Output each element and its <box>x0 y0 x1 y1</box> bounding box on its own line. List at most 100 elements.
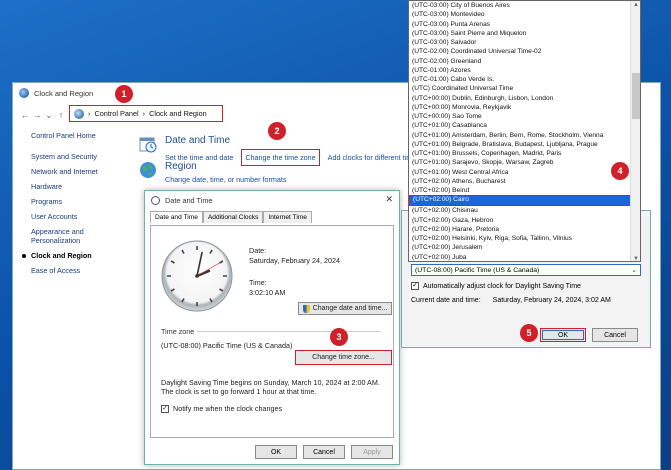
time-label: Time: <box>249 278 267 287</box>
time-zone-option[interactable]: (UTC-03:00) Montevideo <box>409 10 640 19</box>
time-zone-option[interactable]: (UTC+00:00) Monrovia, Reykjavik <box>409 103 640 112</box>
analog-clock <box>161 240 233 312</box>
time-zone-option[interactable]: (UTC+00:00) Dublin, Edinburgh, Lisbon, L… <box>409 94 640 103</box>
tab-additional-clocks[interactable]: Additional Clocks <box>202 211 264 223</box>
dialog-titlebar: Date and Time <box>145 191 399 209</box>
time-zone-option[interactable]: (UTC+02:00) Juba <box>409 253 640 262</box>
time-zone-option[interactable]: (UTC-03:00) City of Buenos Aires <box>409 1 640 10</box>
control-panel-icon <box>74 108 84 119</box>
sidebar-item-network[interactable]: Network and Internet <box>31 167 131 176</box>
change-date-time-button[interactable]: Change date and time... <box>298 302 392 315</box>
tab-date-time[interactable]: Date and Time <box>150 211 203 223</box>
add-clocks-link[interactable]: Add clocks for different time <box>328 153 417 162</box>
ok-button[interactable]: OK <box>255 445 297 459</box>
step-badge-5: 5 <box>520 324 538 342</box>
auto-dst-label: Automatically adjust clock for Daylight … <box>423 282 581 290</box>
time-zone-select[interactable]: (UTC-08:00) Pacific Time (US & Canada) ⌄ <box>411 264 641 276</box>
time-zone-option[interactable]: (UTC+00:00) Sao Tome <box>409 112 640 121</box>
tab-internet-time[interactable]: Internet Time <box>263 211 312 223</box>
current-timezone: (UTC-08:00) Pacific Time (US & Canada) <box>161 341 293 350</box>
step-badge-3: 3 <box>330 328 348 346</box>
notify-option[interactable]: ✓ Notify me when the clock changes <box>161 404 282 414</box>
time-zone-option-selected[interactable]: (UTC+02:00) Cairo <box>409 195 640 207</box>
time-zone-option[interactable]: (UTC+02:00) Athens, Bucharest <box>409 177 640 186</box>
sidebar-item-hardware[interactable]: Hardware <box>31 182 131 191</box>
time-zone-option[interactable]: (UTC+02:00) Chisinau <box>409 206 640 215</box>
time-zone-option[interactable]: (UTC+02:00) Beirut <box>409 186 640 195</box>
time-zone-option[interactable]: (UTC-01:00) Azores <box>409 66 640 75</box>
time-zone-option[interactable]: (UTC) Coordinated Universal Time <box>409 84 640 93</box>
sidebar-item-ease-of-access[interactable]: Ease of Access <box>31 266 131 275</box>
sidebar-item-appearance[interactable]: Appearance and Personalization <box>31 227 131 245</box>
sidebar-item-programs[interactable]: Programs <box>31 197 131 206</box>
checkbox-checked-icon[interactable]: ✓ <box>411 282 419 290</box>
date-time-icon <box>139 137 157 153</box>
time-zone-option[interactable]: (UTC-03:00) Punta Arenas <box>409 20 640 29</box>
scrollbar[interactable]: ▲ ▼ <box>630 1 640 261</box>
sidebar-item-user-accounts[interactable]: User Accounts <box>31 212 131 221</box>
sidebar-item-system-security[interactable]: System and Security <box>31 152 131 161</box>
clock-icon <box>151 195 160 205</box>
time-zone-option[interactable]: (UTC+02:00) Harare, Pretoria <box>409 225 640 234</box>
up-arrow-icon[interactable]: ↑ <box>55 110 67 120</box>
close-icon[interactable]: ✕ <box>385 194 393 205</box>
time-zone-option[interactable]: (UTC+01:00) Sarajevo, Skopje, Warsaw, Za… <box>409 158 640 167</box>
time-zone-option[interactable]: (UTC-02:00) Greenland <box>409 57 640 66</box>
window-title: Clock and Region <box>34 88 94 98</box>
region-heading[interactable]: Region <box>165 161 286 172</box>
change-time-zone-button[interactable]: Change time zone... <box>295 350 392 365</box>
auto-dst-option[interactable]: ✓ Automatically adjust clock for Daylight… <box>411 282 581 290</box>
forward-arrow-icon[interactable]: → <box>31 110 43 120</box>
change-time-zone-label: Change time zone... <box>312 354 375 361</box>
breadcrumb[interactable]: › Control Panel › Clock and Region <box>69 105 223 122</box>
shield-icon <box>302 304 310 313</box>
date-time-heading[interactable]: Date and Time <box>165 135 416 146</box>
date-time-dialog: Date and Time ✕ Date and Time Additional… <box>144 190 400 465</box>
time-zone-option[interactable]: (UTC+02:00) Helsinki, Kyiv, Riga, Sofia,… <box>409 234 640 243</box>
sidebar: Control Panel Home System and Security N… <box>22 131 131 281</box>
sidebar-item-home[interactable]: Control Panel Home <box>31 131 131 140</box>
current-date-time-label: Current date and time: <box>411 297 481 304</box>
time-zone-option[interactable]: (UTC+01:00) Brussels, Copenhagen, Madrid… <box>409 149 640 158</box>
tz-cancel-button[interactable]: Cancel <box>592 328 638 342</box>
time-zone-option[interactable]: (UTC+01:00) West Central Africa <box>409 168 640 177</box>
time-zone-option[interactable]: (UTC+01:00) Belgrade, Bratislava, Budape… <box>409 140 640 149</box>
time-zone-option[interactable]: (UTC-02:00) Coordinated Universal Time-0… <box>409 47 640 56</box>
time-zone-option[interactable]: (UTC-03:00) Saint Pierre and Miquelon <box>409 29 640 38</box>
step-badge-2: 2 <box>268 122 286 140</box>
time-zone-section: Time zone <box>161 327 381 336</box>
tz-dialog-buttons: OK Cancel <box>540 328 638 342</box>
clock-region-icon <box>19 88 29 98</box>
scrollbar-thumb[interactable] <box>632 73 640 119</box>
category-region: Region Change date, time, or number form… <box>139 161 286 184</box>
time-zone-option[interactable]: (UTC+02:00) Jerusalem <box>409 243 640 252</box>
time-zone-selected-value: (UTC-08:00) Pacific Time (US & Canada) <box>415 266 540 274</box>
change-formats-link[interactable]: Change date, time, or number formats <box>165 175 286 184</box>
time-zone-option[interactable]: (UTC+01:00) Amsterdam, Berlin, Bern, Rom… <box>409 131 640 140</box>
change-date-time-label: Change date and time... <box>312 305 388 312</box>
time-zone-option[interactable]: (UTC-03:00) Salvador <box>409 38 640 47</box>
tz-ok-button[interactable]: OK <box>540 328 586 342</box>
cancel-button[interactable]: Cancel <box>303 445 345 459</box>
checkbox-checked-icon[interactable]: ✓ <box>161 405 169 414</box>
breadcrumb-separator-icon: › <box>142 109 146 118</box>
time-zone-dropdown-list[interactable]: (UTC-03:00) City of Buenos Aires (UTC-03:… <box>408 0 641 262</box>
chevron-down-icon[interactable]: ⌄ <box>631 266 637 274</box>
step-badge-4: 4 <box>611 162 629 180</box>
time-zone-option[interactable]: (UTC-01:00) Cabo Verde Is. <box>409 75 640 84</box>
time-zone-section-label: Time zone <box>161 327 195 336</box>
apply-button[interactable]: Apply <box>351 445 393 459</box>
breadcrumb-clock-region[interactable]: Clock and Region <box>149 109 207 118</box>
time-zone-options: (UTC-03:00) City of Buenos Aires (UTC-03:… <box>409 1 640 262</box>
breadcrumb-control-panel[interactable]: Control Panel <box>94 109 138 118</box>
sidebar-item-clock-region[interactable]: Clock and Region <box>22 251 131 260</box>
step-badge-1: 1 <box>115 85 133 103</box>
time-zone-option[interactable]: (UTC+02:00) Gaza, Hebron <box>409 216 640 225</box>
recent-chevron-down-icon[interactable]: ⌄ <box>43 110 55 121</box>
back-arrow-icon[interactable]: ← <box>19 110 31 120</box>
time-value: 3:02:10 AM <box>249 288 286 297</box>
scroll-up-icon[interactable]: ▲ <box>631 2 640 8</box>
dst-info: Daylight Saving Time begins on Sunday, M… <box>161 378 380 396</box>
time-zone-option[interactable]: (UTC+01:00) Casablanca <box>409 121 640 130</box>
date-value: Saturday, February 24, 2024 <box>249 256 340 265</box>
